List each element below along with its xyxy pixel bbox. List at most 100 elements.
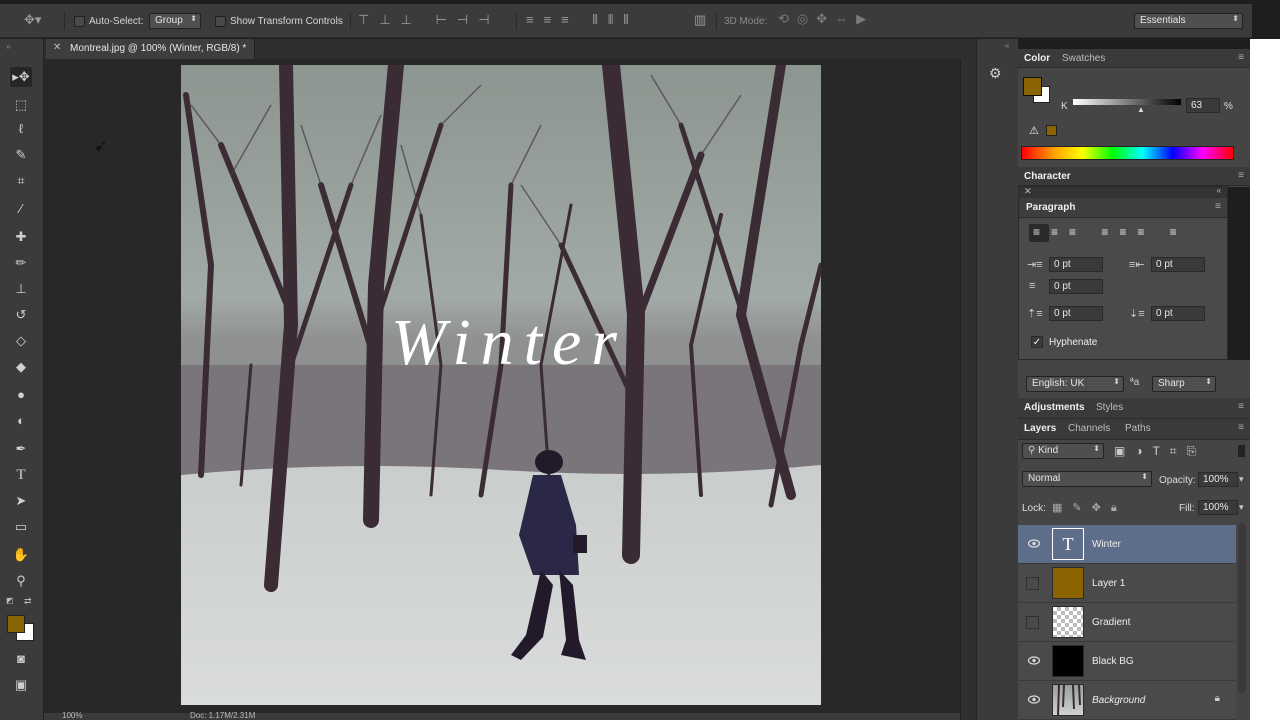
language-dropdown[interactable]: English: UK ⬍ [1026, 376, 1124, 392]
tab-swatches[interactable]: Swatches [1062, 53, 1105, 64]
opacity-arrow-icon[interactable]: ▾ [1239, 474, 1244, 485]
panel-menu-icon[interactable]: ≡ [1238, 52, 1244, 63]
color-spectrum-ramp[interactable] [1021, 146, 1234, 160]
expand-dock-icon[interactable]: « [1005, 41, 1009, 50]
auto-align-icon[interactable]: ▥ [694, 13, 706, 27]
layer-row[interactable]: Black BG [1018, 642, 1236, 681]
indent-right-input[interactable]: 0 pt [1151, 257, 1205, 272]
collapse-tools-icon[interactable]: » [6, 42, 10, 51]
eye-icon[interactable] [1027, 695, 1041, 704]
zoom-tool-icon[interactable]: ⚲ [10, 571, 32, 591]
k-slider[interactable] [1073, 99, 1181, 105]
canvas-text-layer[interactable]: Winter [391, 305, 627, 381]
history-brush-tool-icon[interactable]: ↺ [10, 305, 32, 325]
layer-row[interactable]: Gradient [1018, 603, 1236, 642]
floating-panel-titlebar[interactable]: ✕ « [1019, 186, 1227, 198]
panel-menu-icon[interactable]: ≡ [1238, 422, 1244, 433]
quick-select-tool-icon[interactable]: ✎ [10, 145, 32, 165]
panel-menu-icon[interactable]: ≡ [1215, 201, 1221, 212]
space-after-input[interactable]: 0 pt [1151, 306, 1205, 321]
tab-paths[interactable]: Paths [1125, 423, 1151, 434]
layer-name[interactable]: Layer 1 [1092, 578, 1125, 589]
fill-arrow-icon[interactable]: ▾ [1239, 502, 1244, 513]
layer-name[interactable]: Background [1092, 695, 1145, 706]
lock-icons[interactable]: ▦✎✥🔒︎ [1052, 501, 1127, 515]
eye-icon[interactable] [1027, 539, 1041, 548]
vertical-scrollbar[interactable] [960, 59, 976, 720]
dodge-tool-icon[interactable]: ◐ [10, 411, 32, 431]
alignment-icons[interactable]: ≡≡≡ ≡≡≡ ≡ [1033, 225, 1188, 239]
foreground-color-swatch[interactable] [7, 615, 25, 633]
crop-tool-icon[interactable]: ⌗ [10, 171, 32, 191]
layer-name[interactable]: Winter [1092, 539, 1121, 550]
clone-stamp-tool-icon[interactable]: ⊥ [10, 279, 32, 299]
default-colors-icon[interactable]: ◩ [6, 596, 14, 605]
close-tab-icon[interactable]: ✕ [53, 42, 61, 53]
tab-channels[interactable]: Channels [1068, 423, 1110, 434]
layer-filter-dropdown[interactable]: ⚲ Kind ⬍ [1022, 443, 1104, 459]
document-tab[interactable]: ✕ Montreal.jpg @ 100% (Winter, RGB/8) * [46, 39, 256, 59]
history-panel-icon[interactable]: ⚙ [989, 65, 1002, 82]
quick-mask-icon[interactable]: ◙ [10, 649, 32, 669]
zoom-readout[interactable]: 100% [62, 711, 82, 720]
swap-colors-icon[interactable]: ⇄ [24, 596, 32, 607]
workspace-dropdown[interactable]: Essentials ⬍ [1134, 13, 1243, 29]
screen-mode-icon[interactable]: ▣ [10, 675, 32, 695]
filter-toggle[interactable] [1238, 445, 1245, 457]
distribute-icons[interactable]: ≡≡≡ ⫴⫴⫴ [526, 13, 639, 27]
opacity-input[interactable]: 100% [1198, 472, 1238, 487]
lasso-tool-icon[interactable]: ℓ [10, 119, 32, 139]
layer-filter-icons[interactable]: ▣◑T⌗⎘ [1114, 444, 1206, 459]
eye-icon[interactable] [1027, 656, 1041, 665]
tab-character[interactable]: Character [1024, 171, 1071, 182]
tab-layers[interactable]: Layers [1024, 423, 1056, 434]
indent-left-input[interactable]: 0 pt [1049, 257, 1103, 272]
eraser-tool-icon[interactable]: ◇ [10, 331, 32, 351]
eyedropper-tool-icon[interactable]: ⁄ [10, 199, 32, 219]
panel-menu-icon[interactable]: ≡ [1238, 170, 1244, 181]
move-tool-preset-icon[interactable]: ✥▾ [24, 13, 41, 27]
auto-select-dropdown[interactable]: Group ⬍ [149, 13, 201, 29]
rectangle-tool-icon[interactable]: ▭ [10, 517, 32, 537]
visibility-toggle[interactable] [1026, 616, 1039, 629]
hyphenate-checkbox[interactable]: ✓ [1031, 336, 1043, 348]
out-of-gamut-warning-icon[interactable]: ⚠ [1029, 124, 1039, 137]
k-value-input[interactable]: 63 [1186, 98, 1220, 113]
layer-name[interactable]: Black BG [1092, 656, 1134, 667]
blend-mode-dropdown[interactable]: Normal ⬍ [1022, 471, 1152, 487]
layer-row[interactable]: Layer 1 [1018, 564, 1236, 603]
show-transform-checkbox[interactable] [215, 16, 226, 27]
space-before-input[interactable]: 0 pt [1049, 306, 1103, 321]
tab-color[interactable]: Color [1024, 53, 1050, 64]
brush-tool-icon[interactable]: ✏ [10, 253, 32, 273]
first-line-indent-input[interactable]: 0 pt [1049, 279, 1103, 294]
tab-adjustments[interactable]: Adjustments [1024, 402, 1085, 413]
blur-tool-icon[interactable]: ● [10, 385, 32, 405]
layers-scrollbar[interactable] [1238, 523, 1246, 693]
gamut-color-swatch[interactable] [1046, 125, 1057, 136]
auto-select-checkbox[interactable] [74, 16, 85, 27]
visibility-toggle[interactable] [1026, 577, 1039, 590]
paint-bucket-tool-icon[interactable]: ◆ [10, 357, 32, 377]
layer-row[interactable]: Background 🔒︎ [1018, 681, 1236, 720]
k-slider-thumb[interactable]: ▲ [1137, 105, 1145, 114]
hand-tool-icon[interactable]: ✋ [10, 545, 32, 565]
collapse-panel-icon[interactable]: « [1217, 186, 1221, 195]
tab-styles[interactable]: Styles [1096, 402, 1123, 413]
foreground-color-swatch[interactable] [1023, 77, 1042, 96]
fill-input[interactable]: 100% [1198, 500, 1238, 515]
marquee-tool-icon[interactable]: ⬚ [10, 95, 32, 115]
type-tool-icon[interactable]: T [10, 465, 32, 485]
align-icons[interactable]: ⊤⊥⊥ ⊢⊣⊣ [358, 13, 500, 27]
panel-menu-icon[interactable]: ≡ [1238, 401, 1244, 412]
antialias-dropdown[interactable]: Sharp ⬍ [1152, 376, 1216, 392]
pen-tool-icon[interactable]: ✒ [10, 439, 32, 459]
close-panel-icon[interactable]: ✕ [1024, 186, 1032, 197]
layer-name[interactable]: Gradient [1092, 617, 1130, 628]
tab-paragraph[interactable]: Paragraph [1026, 202, 1075, 213]
3d-mode-icons[interactable]: ⟲◎✥⇔▶ [778, 12, 874, 26]
layer-row[interactable]: T Winter [1018, 525, 1236, 564]
canvas-image[interactable]: Winter [181, 65, 821, 705]
path-select-tool-icon[interactable]: ➤ [10, 491, 32, 511]
healing-brush-tool-icon[interactable]: ✚ [10, 227, 32, 247]
